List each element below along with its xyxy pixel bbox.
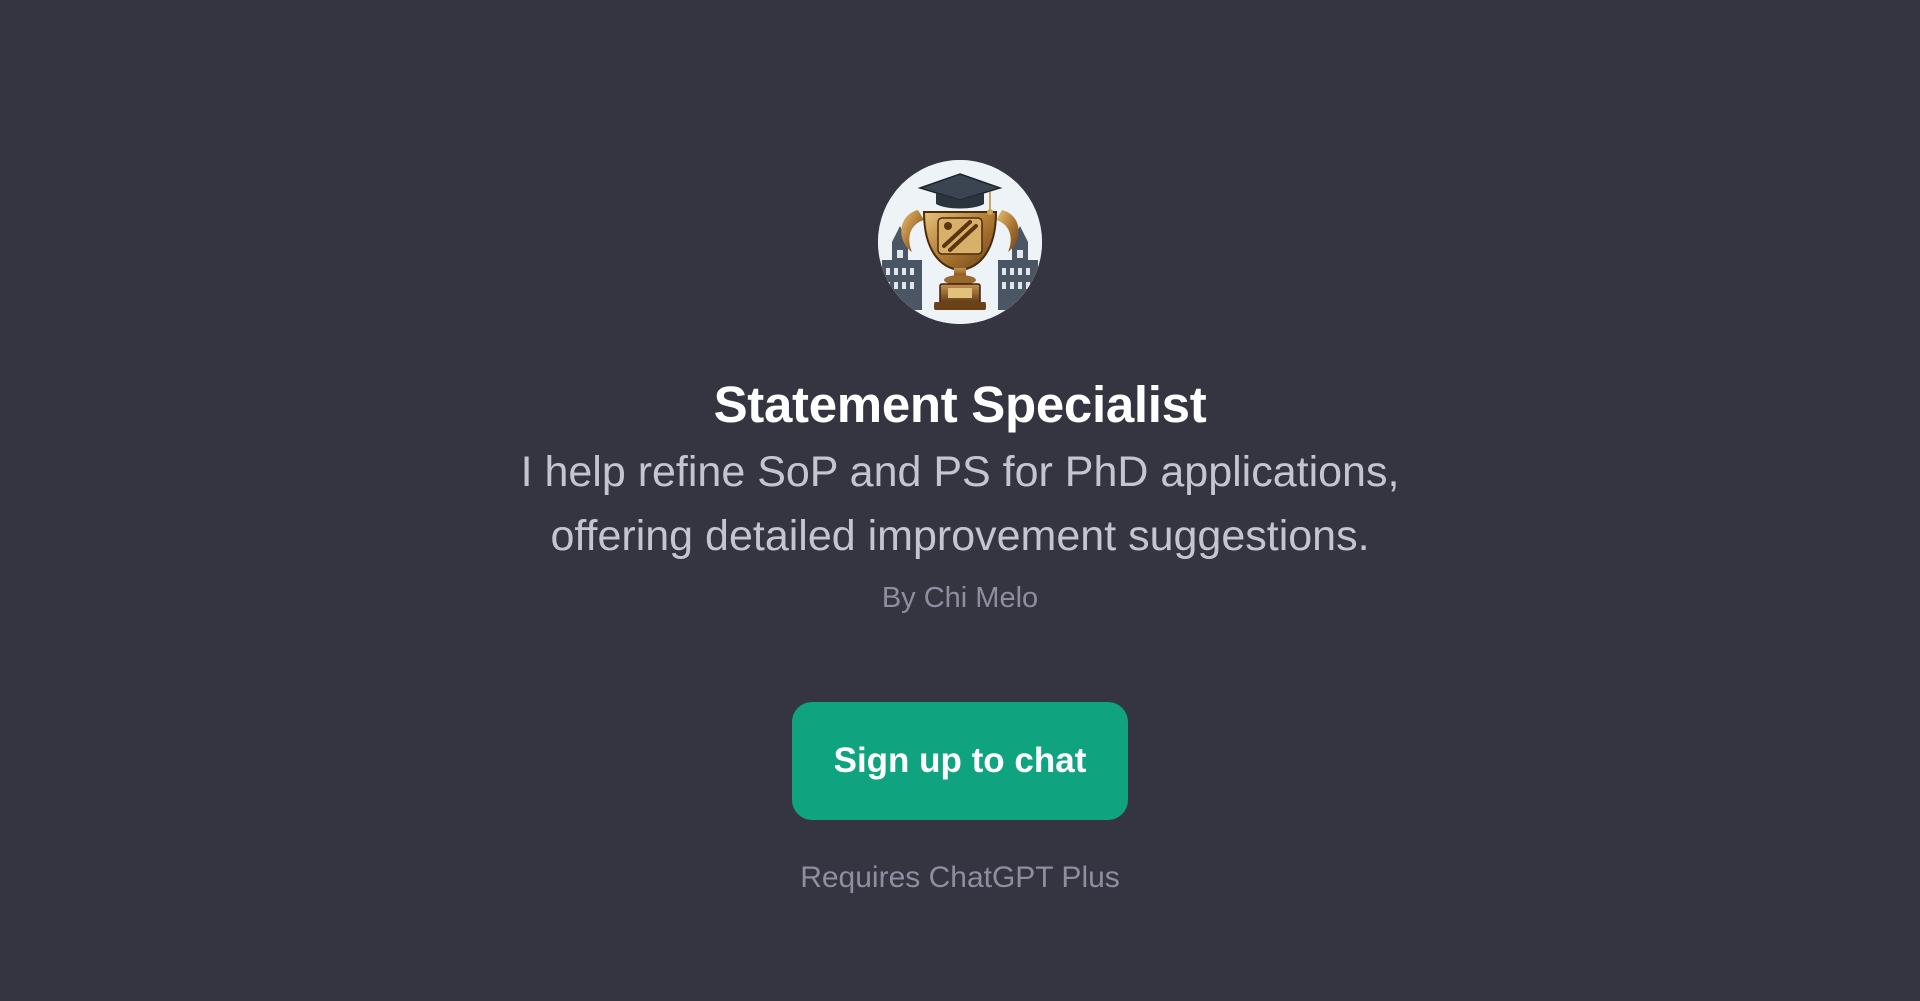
gpt-profile: Statement Specialist I help refine SoP a… xyxy=(0,160,1920,898)
gpt-landing-page: Statement Specialist I help refine SoP a… xyxy=(0,0,1920,1001)
gpt-author: By Chi Melo xyxy=(881,582,1039,614)
gpt-avatar xyxy=(878,160,1042,324)
sign-up-to-chat-button[interactable]: Sign up to chat xyxy=(792,702,1128,820)
trophy-graduation-cap-icon xyxy=(878,160,1042,324)
gpt-description: I help refine SoP and PS for PhD applica… xyxy=(520,448,1400,560)
plan-requirement-note: Requires ChatGPT Plus xyxy=(800,861,1120,894)
gpt-title: Statement Specialist xyxy=(713,376,1207,433)
